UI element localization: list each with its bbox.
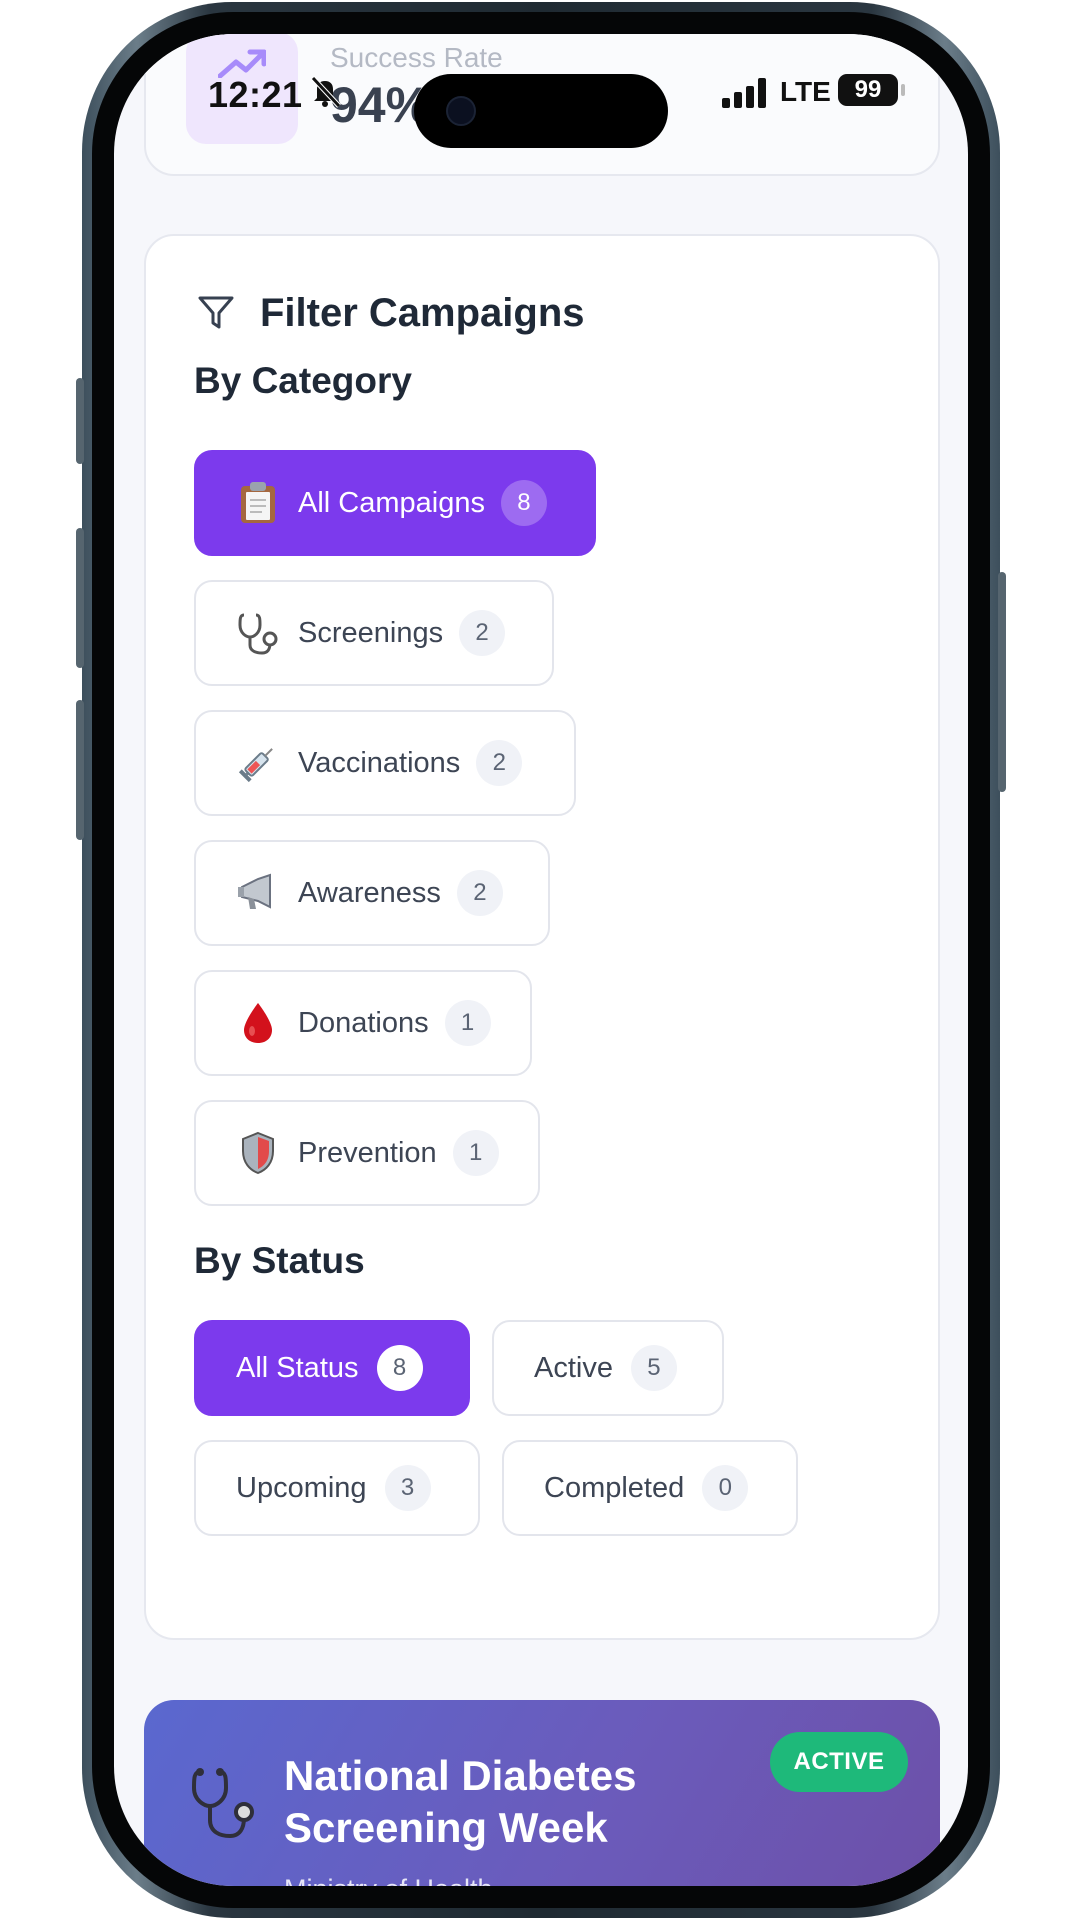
status-label: Completed [544,1471,685,1504]
volume-down-button [76,700,84,840]
category-label: Awareness [298,876,441,909]
category-count: 2 [456,870,503,916]
stethoscope-icon [191,1768,254,1839]
category-label: Screenings [298,616,444,649]
status-count: 5 [630,1345,677,1391]
campaign-card[interactable]: National Diabetes Screening Week Ministr… [144,1700,940,1886]
signal-icon [722,78,766,108]
category-heading: By Category [194,360,412,401]
status-chip-all-status[interactable]: All Status 8 [194,1320,470,1416]
category-count: 1 [444,1000,491,1046]
status-badge: ACTIVE [770,1732,908,1792]
status-count: 0 [702,1465,749,1511]
category-count: 8 [500,480,547,526]
status-time: 12:21 [208,74,303,115]
category-chip-prevention[interactable]: Prevention 1 [194,1100,540,1206]
filter-header: Filter Campaigns [196,288,585,338]
action-button [76,378,84,464]
category-count: 1 [452,1130,499,1176]
campaign-title: National Diabetes Screening Week [284,1752,637,1851]
filter-title: Filter Campaigns [260,290,585,335]
campaign-organization: Ministry of Health [284,1874,493,1886]
status-chip-upcoming[interactable]: Upcoming 3 [194,1440,480,1536]
category-chip-donations[interactable]: Donations 1 [194,970,532,1076]
power-button [998,572,1006,792]
category-label: All Campaigns [298,486,485,519]
status-heading: By Status [194,1240,365,1281]
network-type: LTE [780,76,831,107]
status-chip-active[interactable]: Active 5 [492,1320,724,1416]
stethoscope-icon [236,611,280,655]
category-chip-vaccinations[interactable]: Vaccinations 2 [194,710,576,816]
category-label: Donations [298,1006,429,1039]
category-count: 2 [476,740,523,786]
dynamic-island [414,74,668,148]
funnel-icon [198,296,234,329]
battery-nub [901,84,905,96]
volume-up-button [76,528,84,668]
category-chip-awareness[interactable]: Awareness 2 [194,840,550,946]
blood-drop-icon [236,1001,280,1045]
shield-icon [236,1131,280,1175]
status-label: Upcoming [236,1471,367,1504]
status-chip-completed[interactable]: Completed 0 [502,1440,798,1536]
category-label: Prevention [298,1136,437,1169]
syringe-icon [236,741,280,785]
status-count: 3 [384,1465,431,1511]
bell-slash-icon [311,76,341,108]
filter-card: Filter Campaigns By Category All Campaig… [144,234,940,1640]
status-label: All Status [236,1351,359,1384]
clipboard-icon [236,481,280,525]
category-chip-all-campaigns[interactable]: All Campaigns 8 [194,450,596,556]
category-chip-screenings[interactable]: Screenings 2 [194,580,554,686]
status-bar: 12:21 LTE 99 [114,34,968,148]
screen: Success Rate 94% 12:21 LTE 99 Filter Cam… [114,34,968,1886]
status-label: Active [534,1351,613,1384]
battery-icon: 99 [838,74,898,106]
camera-icon [446,96,476,126]
megaphone-icon [236,871,280,915]
category-label: Vaccinations [298,746,461,779]
status-count: 8 [376,1345,423,1391]
category-count: 2 [459,610,506,656]
